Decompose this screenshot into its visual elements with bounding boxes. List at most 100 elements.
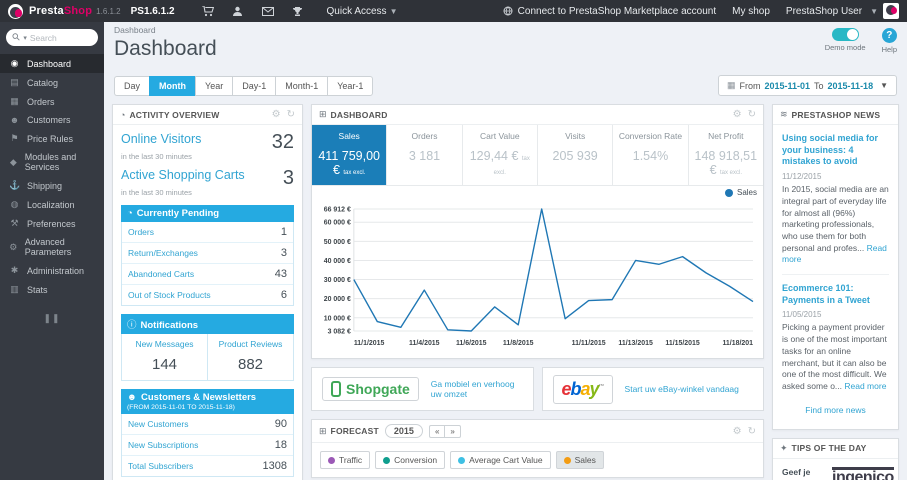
sidebar-item-advanced-parameters[interactable]: ⚙ Advanced Parameters	[0, 233, 104, 261]
previous-year-button[interactable]: «	[428, 424, 445, 438]
mail-icon[interactable]	[253, 5, 283, 17]
date-range-picker[interactable]: ▦ From 2015-11-01 To 2015-11-18 ▼	[717, 75, 897, 96]
toggle-on-icon[interactable]	[831, 28, 859, 41]
sidebar-item-dashboard[interactable]: ◉ Dashboard	[0, 54, 104, 73]
tab-sales[interactable]: Sales	[555, 451, 604, 469]
brand-wordmark[interactable]: PrestaShop	[29, 5, 92, 17]
news-article: Ecommerce 101: Payments in a Tweet 11/05…	[782, 274, 889, 393]
range-year-1-button[interactable]: Year-1	[327, 75, 374, 96]
range-button-group: Day Month Year Day-1 Month-1 Year-1	[114, 75, 374, 96]
range-month-1-button[interactable]: Month-1	[275, 75, 328, 96]
clock-icon: ◔	[127, 208, 133, 219]
find-more-news-link[interactable]: Find more news	[782, 405, 889, 415]
shop-name[interactable]: PS1.6.1.2	[131, 6, 175, 17]
forecast-year[interactable]: 2015	[384, 424, 423, 438]
average-cart-value-dot-icon	[458, 456, 466, 464]
new-customers-row[interactable]: New Customers 90	[122, 414, 293, 435]
kpi-net-profit[interactable]: Net Profit 148 918,51 € tax excl.	[689, 125, 763, 185]
next-year-button[interactable]: »	[444, 424, 461, 438]
gear-icon[interactable]: ⚙	[733, 426, 742, 437]
out-of-stock-row[interactable]: Out of Stock Products 6	[122, 285, 293, 305]
sidebar-item-customers[interactable]: ☻ Customers	[0, 111, 104, 129]
cart-icon[interactable]	[193, 5, 223, 17]
abandoned-carts-row[interactable]: Abandoned Carts 43	[122, 264, 293, 285]
new-messages-cell[interactable]: New Messages 144	[122, 334, 207, 380]
forecast-tabs: Traffic Conversion Average Cart Value Sa…	[312, 443, 763, 477]
chart-legend[interactable]: Sales	[312, 186, 763, 197]
ebay-banner[interactable]: ebay™ Start uw eBay-winkel vandaag	[541, 367, 764, 411]
sidebar-item-administration[interactable]: ✱ Administration	[0, 261, 104, 280]
kpi-visits[interactable]: Visits 205 939	[538, 125, 614, 185]
search-input[interactable]	[29, 32, 88, 43]
sales-legend-dot	[724, 188, 733, 197]
tips-of-the-day-panel: ✦ TIPS OF THE DAY Geef je Sales in het b…	[772, 437, 899, 480]
news-article: Using social media for your business: 4 …	[782, 133, 889, 265]
demo-mode-toggle[interactable]: Demo mode	[825, 28, 866, 54]
my-shop-link[interactable]: My shop	[732, 6, 770, 17]
localization-icon: ◍	[10, 199, 19, 209]
cart-icon: ⊞	[319, 109, 327, 119]
date-toolbar: Day Month Year Day-1 Month-1 Year-1 ▦ Fr…	[114, 75, 899, 96]
search-scope-caret[interactable]: ▾	[23, 34, 27, 42]
dashboard-panel: ⊞ DASHBOARD ⚙ ↻ Sales 411 759,00 € tax exc…	[311, 104, 764, 359]
trophy-icon[interactable]	[283, 5, 313, 17]
sidebar-item-stats[interactable]: ▥ Stats	[0, 280, 104, 299]
total-subscribers-row[interactable]: Total Subscribers 1308	[122, 456, 293, 476]
refresh-icon[interactable]: ↻	[748, 426, 756, 437]
article-title-link[interactable]: Using social media for your business: 4 …	[782, 133, 889, 168]
range-day-button[interactable]: Day	[114, 75, 150, 96]
kpi-orders[interactable]: Orders 3 181	[387, 125, 463, 185]
orders-icon: ▦	[10, 96, 19, 106]
sidebar-item-modules[interactable]: ◆ Modules and Services	[0, 148, 104, 176]
ingenico-logo: ingenico Paymentservices	[832, 466, 894, 480]
user-avatar	[883, 3, 899, 19]
main-content: Dashboard Dashboard Demo mode ? Help Day…	[104, 22, 907, 480]
article-title-link[interactable]: Ecommerce 101: Payments in a Tweet	[782, 283, 889, 306]
sidebar-item-localization[interactable]: ◍ Localization	[0, 195, 104, 214]
range-day-1-button[interactable]: Day-1	[232, 75, 276, 96]
sidebar-item-orders[interactable]: ▦ Orders	[0, 92, 104, 111]
kpi-sales[interactable]: Sales 411 759,00 € tax excl.	[312, 125, 388, 185]
gear-icon[interactable]: ⚙	[733, 109, 742, 120]
stats-icon: ▥	[10, 284, 19, 294]
gear-icon[interactable]: ⚙	[272, 109, 281, 120]
tab-average-cart-value[interactable]: Average Cart Value	[450, 451, 551, 469]
tab-traffic[interactable]: Traffic	[320, 451, 371, 469]
sidebar-item-shipping[interactable]: ⚓ Shipping	[0, 176, 104, 195]
refresh-icon[interactable]: ↻	[287, 109, 295, 120]
chevron-down-icon: ▼	[389, 6, 398, 16]
user-icon[interactable]	[223, 5, 253, 17]
marketplace-link[interactable]: Connect to PrestaShop Marketplace accoun…	[503, 6, 716, 17]
svg-text:60 000 €: 60 000 €	[324, 220, 351, 227]
range-month-button[interactable]: Month	[149, 75, 196, 96]
breadcrumb[interactable]: Dashboard	[112, 22, 899, 35]
product-reviews-cell[interactable]: Product Reviews 882	[207, 334, 293, 380]
help-icon[interactable]: ?	[881, 28, 897, 43]
version-label: 1.6.1.2	[96, 6, 121, 16]
kpi-cart-value[interactable]: Cart Value 129,44 € tax excl.	[463, 125, 538, 185]
sidebar-collapse-button[interactable]: ❚❚	[0, 313, 104, 324]
tab-conversion[interactable]: Conversion	[375, 451, 446, 469]
shopgate-banner[interactable]: Shopgate Ga mobiel en verhoog uw omzet	[311, 367, 534, 411]
sidebar-item-preferences[interactable]: ⚒ Preferences	[0, 214, 104, 233]
prestashop-logo-icon[interactable]	[8, 3, 23, 19]
catalog-icon: ▤	[10, 77, 19, 87]
svg-text:11/15/2015: 11/15/2015	[665, 340, 700, 347]
user-menu[interactable]: PrestaShop User ▼	[786, 3, 899, 19]
active-shopping-carts[interactable]: Active Shopping Carts 3	[121, 168, 294, 188]
range-year-button[interactable]: Year	[195, 75, 233, 96]
sales-dot-icon	[563, 456, 571, 464]
read-more-link[interactable]: Read more	[844, 381, 886, 391]
sidebar-item-catalog[interactable]: ▤ Catalog	[0, 73, 104, 92]
quick-access-menu[interactable]: Quick Access ▼	[327, 6, 398, 17]
refresh-icon[interactable]: ↻	[748, 109, 756, 120]
help-button[interactable]: ? Help	[882, 28, 897, 54]
sidebar-item-price-rules[interactable]: ⚑ Price Rules	[0, 129, 104, 148]
administration-icon: ✱	[10, 265, 19, 275]
kpi-conversion-rate[interactable]: Conversion Rate 1.54%	[613, 125, 689, 185]
online-visitors[interactable]: Online Visitors 32	[121, 132, 294, 152]
new-subscriptions-row[interactable]: New Subscriptions 18	[122, 435, 293, 456]
pending-orders-row[interactable]: Orders 1	[122, 222, 293, 243]
pending-returns-row[interactable]: Return/Exchanges 3	[122, 243, 293, 264]
search-box[interactable]: ⚲ ▾	[6, 29, 98, 46]
